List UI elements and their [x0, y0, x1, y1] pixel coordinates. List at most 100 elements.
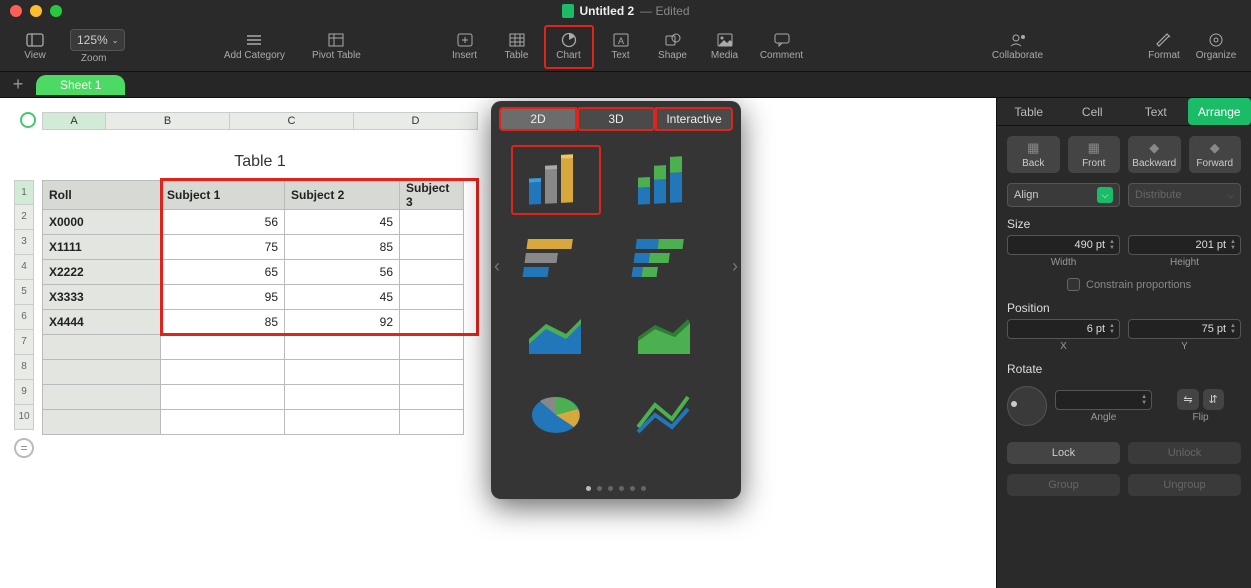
- height-field[interactable]: 201 pt▲▼: [1128, 235, 1241, 255]
- cell[interactable]: [400, 210, 464, 235]
- header-subject1[interactable]: Subject 1: [161, 181, 285, 210]
- column-header-b[interactable]: B: [106, 112, 230, 130]
- cell[interactable]: 85: [285, 235, 400, 260]
- format-button[interactable]: Format: [1139, 25, 1189, 69]
- stepper-icon[interactable]: ▲▼: [1109, 239, 1115, 251]
- spreadsheet-canvas[interactable]: A B C D 1 2 3 4 5 6 7 8 9 10 = Table 1 R…: [0, 98, 996, 588]
- prev-page-arrow[interactable]: ‹: [494, 256, 500, 277]
- row-header-1[interactable]: 1: [14, 180, 34, 205]
- comment-button[interactable]: Comment: [752, 25, 812, 69]
- table-select-handle[interactable]: [20, 112, 36, 128]
- cell[interactable]: [43, 410, 161, 435]
- cell[interactable]: 45: [285, 210, 400, 235]
- cell-roll[interactable]: X1111: [43, 235, 161, 260]
- chart-thumb-3d-bar[interactable]: [511, 223, 601, 293]
- cell[interactable]: [43, 385, 161, 410]
- chart-thumb-3d-pie[interactable]: [511, 379, 601, 449]
- rotate-dial[interactable]: [1007, 386, 1047, 426]
- flip-h-button[interactable]: ⇋: [1177, 389, 1198, 410]
- cell[interactable]: [400, 260, 464, 285]
- cell[interactable]: [285, 385, 400, 410]
- formula-button[interactable]: =: [14, 438, 34, 458]
- cell[interactable]: [161, 410, 285, 435]
- angle-field[interactable]: ▲▼: [1055, 390, 1152, 410]
- inspector-tab-text[interactable]: Text: [1124, 98, 1188, 125]
- cell[interactable]: 56: [161, 210, 285, 235]
- cell[interactable]: [43, 335, 161, 360]
- zoom-select[interactable]: 125% ⌄: [70, 29, 125, 51]
- header-subject2[interactable]: Subject 2: [285, 181, 400, 210]
- move-backward-button[interactable]: ◆Backward: [1128, 136, 1181, 173]
- cell[interactable]: 75: [161, 235, 285, 260]
- row-header-7[interactable]: 7: [14, 330, 34, 355]
- cell[interactable]: 56: [285, 260, 400, 285]
- cell[interactable]: [285, 410, 400, 435]
- tab-3d[interactable]: 3D: [577, 107, 655, 131]
- cell-roll[interactable]: X3333: [43, 285, 161, 310]
- chart-thumb-3d-column[interactable]: [511, 145, 601, 215]
- cell[interactable]: [400, 360, 464, 385]
- cell[interactable]: 92: [285, 310, 400, 335]
- cell[interactable]: 45: [285, 285, 400, 310]
- add-category-button[interactable]: Add Category: [209, 25, 299, 69]
- cell[interactable]: [161, 360, 285, 385]
- media-button[interactable]: Media: [700, 25, 750, 69]
- chart-thumb-3d-area[interactable]: [511, 301, 601, 371]
- minimize-window-button[interactable]: [30, 5, 42, 17]
- stepper-icon[interactable]: ▲▼: [1141, 394, 1147, 406]
- insert-button[interactable]: Insert: [440, 25, 490, 69]
- column-header-a[interactable]: A: [42, 112, 106, 130]
- cell-roll[interactable]: X0000: [43, 210, 161, 235]
- page-dot[interactable]: [586, 486, 591, 491]
- table-title[interactable]: Table 1: [42, 153, 478, 171]
- cell[interactable]: [43, 360, 161, 385]
- row-header-2[interactable]: 2: [14, 205, 34, 230]
- tab-interactive[interactable]: Interactive: [655, 107, 733, 131]
- page-dot[interactable]: [597, 486, 602, 491]
- distribute-select[interactable]: Distribute⌵: [1128, 183, 1241, 207]
- inspector-tab-arrange[interactable]: Arrange: [1188, 98, 1251, 125]
- cell[interactable]: [161, 335, 285, 360]
- cell[interactable]: [285, 360, 400, 385]
- pivot-table-button[interactable]: Pivot Table: [301, 25, 371, 69]
- page-dot[interactable]: [619, 486, 624, 491]
- cell[interactable]: [161, 385, 285, 410]
- row-header-6[interactable]: 6: [14, 305, 34, 330]
- cell[interactable]: 95: [161, 285, 285, 310]
- cell-roll[interactable]: X2222: [43, 260, 161, 285]
- ungroup-button[interactable]: Ungroup: [1128, 474, 1241, 496]
- header-subject3[interactable]: Subject 3: [400, 181, 464, 210]
- cell[interactable]: [400, 410, 464, 435]
- page-dot[interactable]: [630, 486, 635, 491]
- header-roll[interactable]: Roll: [43, 181, 161, 210]
- view-button[interactable]: View: [10, 25, 60, 69]
- sheet-tab-1[interactable]: Sheet 1: [36, 75, 125, 95]
- stepper-icon[interactable]: ▲▼: [1230, 239, 1236, 251]
- group-button[interactable]: Group: [1007, 474, 1120, 496]
- width-field[interactable]: 490 pt▲▼: [1007, 235, 1120, 255]
- text-button[interactable]: A Text: [596, 25, 646, 69]
- page-dot[interactable]: [641, 486, 646, 491]
- row-header-10[interactable]: 10: [14, 405, 34, 430]
- column-header-d[interactable]: D: [354, 112, 478, 130]
- inspector-tab-table[interactable]: Table: [997, 98, 1061, 125]
- page-dot[interactable]: [608, 486, 613, 491]
- move-front-button[interactable]: ▦Front: [1068, 136, 1121, 173]
- chart-thumb-3d-stacked-column[interactable]: [620, 145, 710, 215]
- chart-thumb-3d-stacked-area[interactable]: [620, 301, 710, 371]
- cell[interactable]: [400, 310, 464, 335]
- collaborate-button[interactable]: Collaborate: [980, 25, 1055, 69]
- chart-thumb-3d-line[interactable]: [620, 379, 710, 449]
- lock-button[interactable]: Lock: [1007, 442, 1120, 464]
- cell[interactable]: [400, 335, 464, 360]
- align-select[interactable]: Align⌵: [1007, 183, 1120, 207]
- tab-2d[interactable]: 2D: [499, 107, 577, 131]
- column-header-c[interactable]: C: [230, 112, 354, 130]
- cell[interactable]: [400, 235, 464, 260]
- cell[interactable]: 85: [161, 310, 285, 335]
- move-back-button[interactable]: ▦Back: [1007, 136, 1060, 173]
- chart-button[interactable]: Chart: [544, 25, 594, 69]
- next-page-arrow[interactable]: ›: [732, 256, 738, 277]
- y-field[interactable]: 75 pt▲▼: [1128, 319, 1241, 339]
- inspector-tab-cell[interactable]: Cell: [1061, 98, 1125, 125]
